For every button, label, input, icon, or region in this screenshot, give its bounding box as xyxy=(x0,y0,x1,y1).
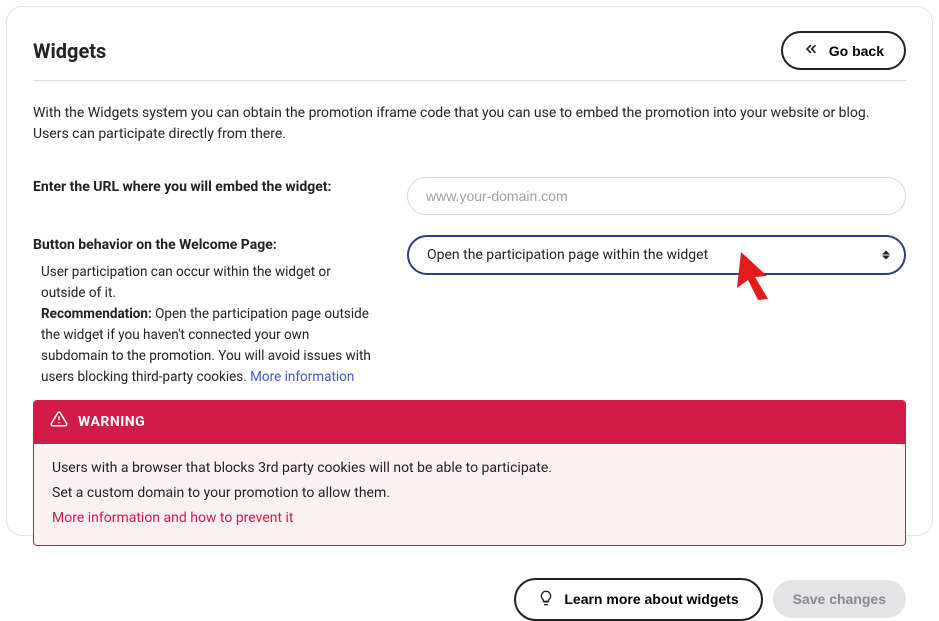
warning-triangle-icon xyxy=(50,410,68,435)
save-changes-label: Save changes xyxy=(793,591,886,607)
chevron-double-left-icon xyxy=(803,41,819,60)
warning-header: WARNING xyxy=(34,401,905,444)
warning-body: Users with a browser that blocks 3rd par… xyxy=(34,444,905,545)
warning-title: WARNING xyxy=(78,412,145,433)
behavior-label: Button behavior on the Welcome Page: xyxy=(33,237,277,253)
widgets-panel: Widgets Go back With the Widgets system … xyxy=(6,6,933,536)
url-input[interactable] xyxy=(407,177,906,215)
panel-header: Widgets Go back xyxy=(33,31,906,81)
go-back-button[interactable]: Go back xyxy=(781,31,906,70)
learn-more-button[interactable]: Learn more about widgets xyxy=(514,578,762,621)
warning-line1: Users with a browser that blocks 3rd par… xyxy=(52,458,887,479)
help-line1: User participation can occur within the … xyxy=(41,264,331,301)
form-area: Enter the URL where you will embed the w… xyxy=(33,177,906,388)
behavior-help-text: User participation can occur within the … xyxy=(33,262,383,388)
go-back-label: Go back xyxy=(829,43,884,59)
warning-line2: Set a custom domain to your promotion to… xyxy=(52,483,887,504)
warning-more-info-link[interactable]: More information and how to prevent it xyxy=(52,510,294,526)
url-row: Enter the URL where you will embed the w… xyxy=(33,177,906,215)
behavior-select[interactable]: Open the participation page within the w… xyxy=(407,235,906,275)
warning-box: WARNING Users with a browser that blocks… xyxy=(33,400,906,546)
url-label: Enter the URL where you will embed the w… xyxy=(33,179,331,195)
learn-more-label: Learn more about widgets xyxy=(564,591,738,607)
lightbulb-icon xyxy=(538,590,554,609)
help-reco-label: Recommendation: xyxy=(41,306,152,322)
save-changes-button[interactable]: Save changes xyxy=(773,580,906,618)
behavior-row: Button behavior on the Welcome Page: Use… xyxy=(33,235,906,388)
page-title: Widgets xyxy=(33,36,106,66)
more-information-link[interactable]: More information xyxy=(250,369,354,385)
intro-text: With the Widgets system you can obtain t… xyxy=(33,103,906,145)
footer-actions: Learn more about widgets Save changes xyxy=(33,578,906,621)
